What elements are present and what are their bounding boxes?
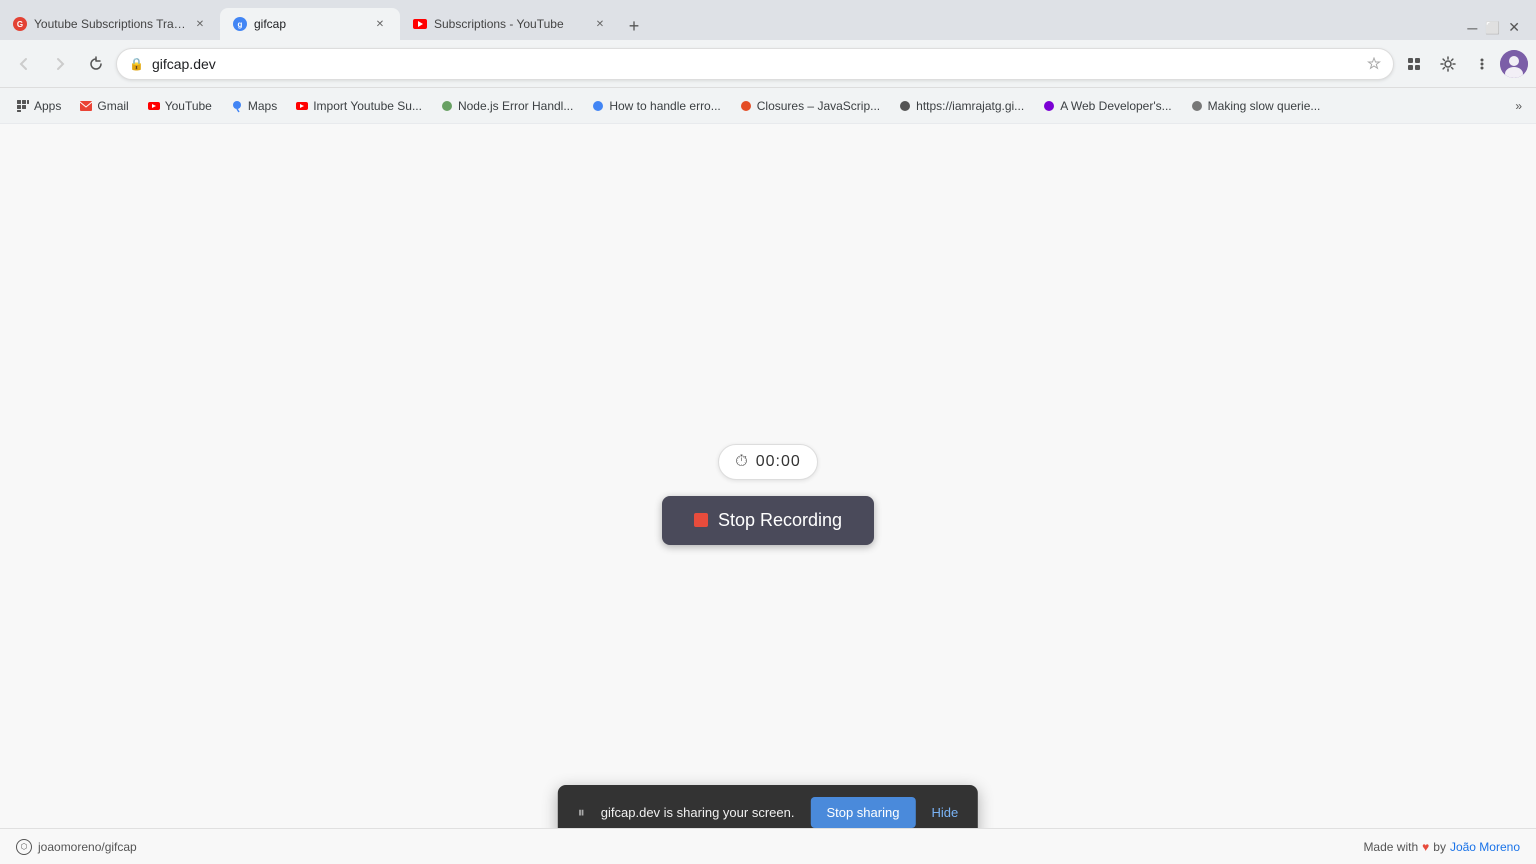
bookmark-youtube-label: YouTube [165, 99, 212, 113]
bookmark-star-icon[interactable] [1367, 57, 1381, 71]
footer-repo-label[interactable]: joaomoreno/gifcap [38, 840, 137, 854]
maximize-button[interactable]: ⬜ [1485, 21, 1500, 35]
forward-button[interactable] [44, 48, 76, 80]
tab3-title: Subscriptions - YouTube [434, 17, 586, 31]
tab1-title: Youtube Subscriptions Transfer [34, 17, 186, 31]
timer-value: 00:00 [756, 453, 801, 471]
bookmark-web-dev[interactable]: A Web Developer's... [1034, 95, 1179, 117]
bookmark-closures-label: Closures – JavaScrip... [757, 99, 880, 113]
address-text: gifcap.dev [152, 56, 1359, 72]
bookmark-how-to[interactable]: How to handle erro... [583, 95, 728, 117]
heart-icon: ♥ [1422, 840, 1429, 854]
profile-button[interactable] [1500, 50, 1528, 78]
page-footer: ⬡ joaomoreno/gifcap Made with ♥ by João … [0, 828, 1536, 864]
footer-left: ⬡ joaomoreno/gifcap [16, 839, 137, 855]
tab2-title: gifcap [254, 17, 366, 31]
stop-recording-label: Stop Recording [718, 510, 842, 531]
tab-gifcap[interactable]: g gifcap ✕ [220, 8, 400, 40]
bookmark-gmail[interactable]: Gmail [71, 95, 136, 117]
sharing-pause-icon: ⏸ [578, 804, 585, 821]
bookmark-import-yt-label: Import Youtube Su... [313, 99, 422, 113]
bookmark-slow-queries-label: Making slow querie... [1208, 99, 1321, 113]
toolbar-icons [1398, 48, 1528, 80]
bookmark-nodejs-label: Node.js Error Handl... [458, 99, 573, 113]
close-button[interactable]: ✕ [1508, 19, 1520, 36]
timer-display: ⏱ 00:00 [718, 444, 818, 480]
toolbar: 🔒 gifcap.dev [0, 40, 1536, 88]
window-controls: ─ ⬜ ✕ [1451, 19, 1536, 40]
bookmark-apps[interactable]: Apps [8, 95, 69, 117]
address-bar[interactable]: 🔒 gifcap.dev [116, 48, 1394, 80]
tabs-area: G Youtube Subscriptions Transfer ✕ g gif… [0, 8, 1451, 40]
extensions-button[interactable] [1398, 48, 1430, 80]
bookmark-how-to-label: How to handle erro... [609, 99, 720, 113]
stop-sharing-button[interactable]: Stop sharing [810, 797, 915, 828]
bookmarks-more-button[interactable]: » [1509, 95, 1528, 117]
footer-logo-icon: ⬡ [16, 839, 32, 855]
svg-text:G: G [17, 20, 23, 29]
bookmark-maps[interactable]: Maps [222, 95, 285, 117]
bookmark-iamrajat-label: https://iamrajatg.gi... [916, 99, 1024, 113]
bookmark-youtube[interactable]: YouTube [139, 95, 220, 117]
tab1-favicon: G [12, 16, 28, 32]
minimize-button[interactable]: ─ [1467, 20, 1477, 36]
tab3-close[interactable]: ✕ [592, 16, 608, 32]
bookmarks-bar: Apps Gmail YouTube Maps Import Youtube S… [0, 88, 1536, 124]
by-label: by [1433, 840, 1446, 854]
lock-icon: 🔒 [129, 57, 144, 71]
back-button[interactable] [8, 48, 40, 80]
made-with-label: Made with [1363, 840, 1418, 854]
bookmark-maps-label: Maps [248, 99, 277, 113]
new-tab-button[interactable]: + [620, 12, 648, 40]
bookmark-iamrajat[interactable]: https://iamrajatg.gi... [890, 95, 1032, 117]
chrome-window: G Youtube Subscriptions Transfer ✕ g gif… [0, 0, 1536, 864]
stop-recording-button[interactable]: Stop Recording [662, 496, 874, 545]
clock-icon: ⏱ [735, 453, 747, 471]
page-content: ⏱ 00:00 Stop Recording ⏸ gifcap.dev is s… [0, 124, 1536, 864]
bookmark-import-yt[interactable]: Import Youtube Su... [287, 95, 430, 117]
recording-container: ⏱ 00:00 Stop Recording [662, 444, 874, 545]
settings-button[interactable] [1432, 48, 1464, 80]
bookmark-slow-queries[interactable]: Making slow querie... [1182, 95, 1329, 117]
tab3-favicon [412, 16, 428, 32]
tab2-close[interactable]: ✕ [372, 16, 388, 32]
author-label[interactable]: João Moreno [1450, 840, 1520, 854]
footer-right: Made with ♥ by João Moreno [1363, 840, 1520, 854]
svg-text:g: g [238, 20, 243, 29]
tab-youtube-subs[interactable]: Subscriptions - YouTube ✕ [400, 8, 620, 40]
apps-icon [16, 99, 30, 113]
bookmark-closures[interactable]: Closures – JavaScrip... [731, 95, 888, 117]
bookmark-web-dev-label: A Web Developer's... [1060, 99, 1171, 113]
bookmark-nodejs[interactable]: Node.js Error Handl... [432, 95, 581, 117]
tab2-favicon: g [232, 16, 248, 32]
hide-button[interactable]: Hide [931, 805, 958, 820]
reload-button[interactable] [80, 48, 112, 80]
title-bar: G Youtube Subscriptions Transfer ✕ g gif… [0, 0, 1536, 40]
bookmark-gmail-label: Gmail [97, 99, 128, 113]
tab-youtube-transfer[interactable]: G Youtube Subscriptions Transfer ✕ [0, 8, 220, 40]
tab1-close[interactable]: ✕ [192, 16, 208, 32]
bookmark-apps-label: Apps [34, 99, 61, 113]
sharing-text: gifcap.dev is sharing your screen. [601, 805, 795, 820]
stop-icon [694, 513, 708, 527]
browser-settings-button[interactable] [1466, 48, 1498, 80]
